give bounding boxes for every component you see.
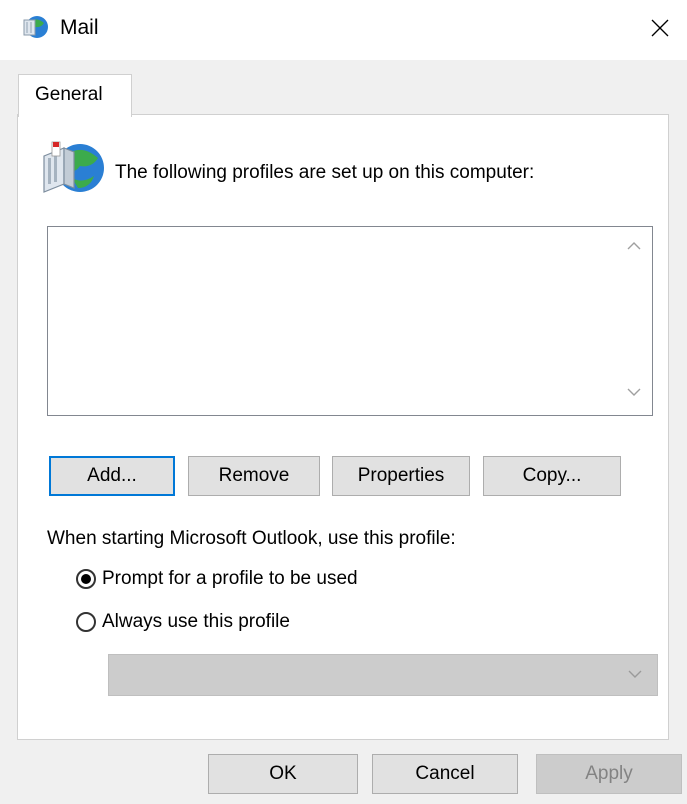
add-button[interactable]: Add... xyxy=(49,456,175,496)
profiles-icon xyxy=(43,141,104,193)
window-title: Mail xyxy=(60,16,99,39)
profiles-label: The following profiles are set up on thi… xyxy=(115,162,535,183)
copy-button[interactable]: Copy... xyxy=(483,456,621,496)
tab-general-label: General xyxy=(35,84,103,105)
title-bar: Mail xyxy=(0,0,687,60)
profile-select[interactable] xyxy=(108,654,658,696)
chevron-down-icon xyxy=(628,670,642,678)
always-profile-option[interactable]: Always use this profile xyxy=(76,611,290,633)
properties-button[interactable]: Properties xyxy=(332,456,470,496)
chevron-down-icon[interactable] xyxy=(626,387,642,397)
prompt-profile-option[interactable]: Prompt for a profile to be used xyxy=(76,568,358,590)
apply-button[interactable]: Apply xyxy=(536,754,682,794)
prompt-profile-label: Prompt for a profile to be used xyxy=(102,568,358,589)
cancel-button[interactable]: Cancel xyxy=(372,754,518,794)
close-button[interactable] xyxy=(640,10,680,46)
ok-button[interactable]: OK xyxy=(208,754,358,794)
tab-general[interactable]: General xyxy=(18,74,132,117)
always-profile-radio[interactable] xyxy=(76,612,96,632)
general-panel xyxy=(17,114,669,740)
startup-profile-label: When starting Microsoft Outlook, use thi… xyxy=(47,528,456,549)
chevron-up-icon[interactable] xyxy=(626,241,642,251)
profile-list-scrollbar[interactable] xyxy=(618,227,652,415)
remove-button[interactable]: Remove xyxy=(188,456,320,496)
close-icon xyxy=(651,19,669,37)
mail-globe-icon xyxy=(23,16,48,38)
profile-list[interactable] xyxy=(47,226,653,416)
always-profile-label: Always use this profile xyxy=(102,611,290,632)
prompt-profile-radio[interactable] xyxy=(76,569,96,589)
